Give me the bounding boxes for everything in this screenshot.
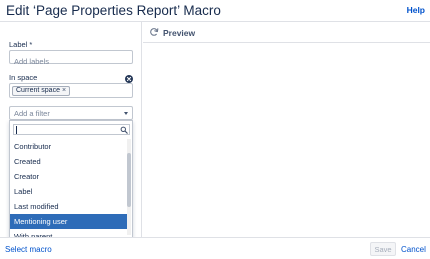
chip-label: Current space bbox=[16, 87, 60, 94]
filter-placeholder: Add a filter bbox=[14, 109, 50, 118]
cancel-button[interactable]: Cancel bbox=[401, 245, 426, 254]
filter-option[interactable]: Label bbox=[10, 184, 127, 199]
filter-option[interactable]: Creator bbox=[10, 169, 127, 184]
filter-option[interactable]: Mentioning user bbox=[10, 214, 127, 229]
search-icon bbox=[120, 126, 128, 134]
label-input[interactable] bbox=[10, 55, 132, 68]
dropdown-scrollbar[interactable] bbox=[127, 139, 131, 235]
refresh-icon[interactable] bbox=[149, 27, 159, 37]
macro-editor-dialog: Edit ‘Page Properties Report’ Macro Help… bbox=[0, 0, 430, 259]
select-macro-link[interactable]: Select macro bbox=[5, 245, 52, 254]
chip-remove-icon[interactable]: × bbox=[62, 87, 66, 95]
save-button[interactable]: Save bbox=[370, 242, 396, 256]
filter-search-input[interactable] bbox=[13, 124, 130, 135]
filter-option[interactable]: Last modified bbox=[10, 199, 127, 214]
label-field[interactable] bbox=[9, 50, 133, 68]
clear-space-icon[interactable] bbox=[125, 75, 133, 83]
dialog-footer: Select macro Save Cancel bbox=[0, 237, 430, 259]
space-field-label: In space bbox=[9, 73, 38, 82]
filter-dropdown: Contributor Created Creator Label Last modif… bbox=[9, 120, 133, 241]
macro-parameters-panel: Label * In space Current space × Add a f… bbox=[0, 22, 142, 241]
add-filter-select[interactable]: Add a filter bbox=[9, 106, 133, 120]
filter-option[interactable]: Contributor bbox=[10, 139, 127, 154]
dialog-title: Edit ‘Page Properties Report’ Macro bbox=[6, 3, 221, 18]
dialog-header: Edit ‘Page Properties Report’ Macro Help bbox=[0, 0, 430, 22]
chevron-down-icon[interactable] bbox=[124, 112, 128, 115]
current-space-chip: Current space × bbox=[12, 86, 71, 96]
help-link[interactable]: Help bbox=[407, 5, 425, 15]
label-field-label: Label * bbox=[9, 40, 33, 49]
text-cursor bbox=[16, 126, 17, 134]
filter-option[interactable]: Created bbox=[10, 154, 127, 169]
space-field[interactable]: Current space × bbox=[9, 83, 133, 98]
preview-panel: Preview bbox=[143, 22, 430, 237]
preview-header[interactable]: Preview bbox=[143, 22, 430, 43]
scrollbar-thumb[interactable] bbox=[127, 153, 131, 207]
preview-label: Preview bbox=[163, 28, 196, 38]
filter-options-list: Contributor Created Creator Label Last modif… bbox=[10, 139, 127, 244]
